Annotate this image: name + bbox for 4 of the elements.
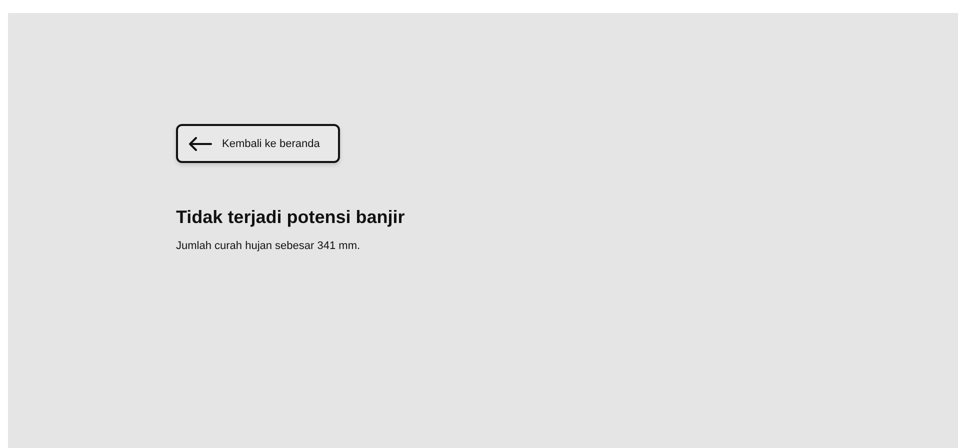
result-description: Jumlah curah hujan sebesar 341 mm. — [176, 240, 360, 252]
result-title: Tidak terjadi potensi banjir — [176, 207, 405, 228]
arrow-left-icon — [188, 136, 212, 150]
back-button[interactable]: Kembali ke beranda — [176, 124, 340, 163]
